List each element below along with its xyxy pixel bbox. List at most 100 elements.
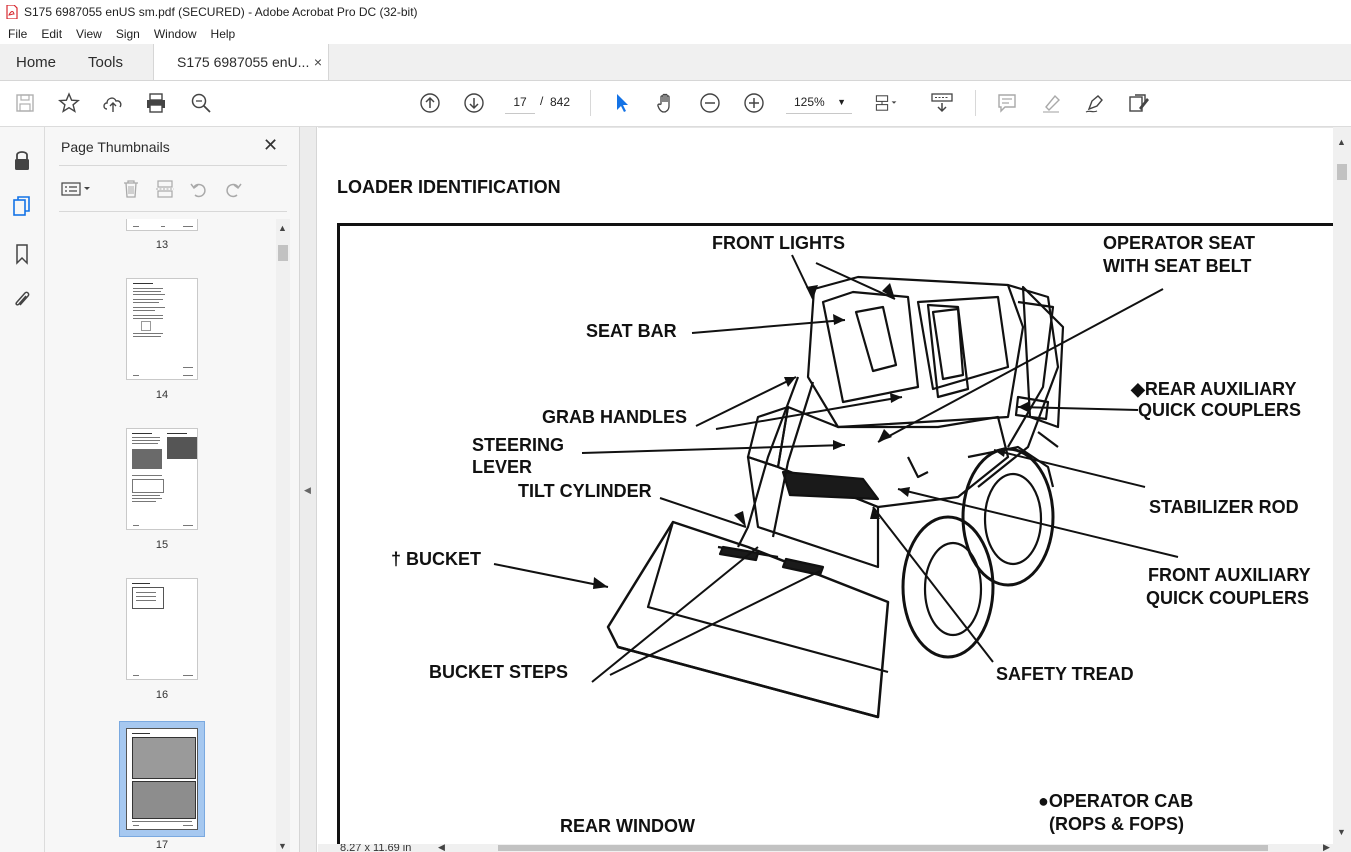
label-safety-tread: SAFETY TREAD [996, 664, 1134, 684]
sign-pen-icon[interactable] [1083, 91, 1107, 115]
rotate-right-icon[interactable] [221, 177, 245, 201]
thumbnail-page-17[interactable] [126, 728, 198, 830]
tabs-row: Home Tools S175 6987055 enU... × [0, 44, 1351, 81]
panel-title: Page Thumbnails [61, 139, 170, 155]
comment-icon[interactable] [995, 91, 1019, 115]
label-rear-window: REAR WINDOW [560, 816, 695, 836]
edit-pdf-icon[interactable] [1127, 91, 1151, 115]
scroll-mode-icon[interactable] [930, 91, 954, 115]
zoom-in-icon[interactable] [742, 91, 766, 115]
panel-divider [59, 211, 287, 212]
rotate-left-icon[interactable] [187, 177, 211, 201]
menu-sign[interactable]: Sign [108, 27, 146, 41]
window-title: S175 6987055 enUS sm.pdf (SECURED) - Ado… [24, 5, 418, 19]
panel-divider [59, 165, 287, 166]
lock-icon[interactable] [10, 148, 34, 172]
attachment-paperclip-icon[interactable] [10, 288, 34, 312]
document-vertical-scrollbar[interactable]: ▲ ▼ [1333, 127, 1351, 844]
toolbar-divider [590, 90, 591, 116]
document-horizontal-scrollbar[interactable]: ◀ ▶ [318, 843, 1351, 852]
print-icon[interactable] [144, 91, 168, 115]
thumbnail-page-15[interactable] [126, 428, 198, 530]
label-grab-handles: GRAB HANDLES [542, 407, 688, 427]
label-rear-quick-couplers: QUICK COUPLERS [1138, 400, 1302, 420]
label-front-lights: FRONT LIGHTS [712, 233, 845, 253]
extract-page-icon[interactable] [153, 177, 177, 201]
upload-cloud-icon[interactable] [101, 91, 125, 115]
tab-document-label: S175 6987055 enU... [177, 54, 310, 70]
next-page-icon[interactable] [462, 91, 486, 115]
label-front-auxiliary: FRONT AUXILIARY [1148, 565, 1311, 585]
total-pages: 842 [550, 95, 571, 109]
label-lever: LEVER [472, 457, 533, 477]
thumbnail-list: 13 14 15 16 17 [45, 219, 275, 852]
label-rear-auxiliary: ◆REAR AUXILIARY [1131, 379, 1297, 399]
panel-splitter[interactable]: ◀ [299, 127, 317, 852]
thumbnail-options-icon[interactable] [59, 177, 93, 201]
thumbnail-scroll-thumb[interactable] [278, 245, 288, 261]
scroll-left-icon[interactable]: ◀ [438, 843, 445, 852]
label-operator-seat: OPERATOR SEAT [1103, 233, 1256, 253]
tab-document[interactable]: S175 6987055 enU... × [153, 44, 329, 80]
collapse-panel-icon[interactable]: ◀ [304, 485, 311, 496]
menu-view[interactable]: View [68, 27, 108, 41]
thumbnail-toolbar [59, 177, 289, 201]
scroll-down-icon[interactable]: ▼ [278, 841, 287, 851]
menu-edit[interactable]: Edit [33, 27, 68, 41]
label-seat-bar: SEAT BAR [586, 321, 677, 341]
label-tilt-cylinder: TILT CYLINDER [518, 481, 652, 501]
menu-help[interactable]: Help [203, 27, 242, 41]
thumbnail-label-13: 13 [155, 239, 169, 251]
scroll-up-icon[interactable]: ▲ [1337, 137, 1346, 147]
horizontal-scroll-thumb[interactable] [498, 845, 1268, 851]
title-bar: S175 6987055 enUS sm.pdf (SECURED) - Ado… [0, 0, 1351, 24]
acrobat-pdf-icon [6, 5, 18, 19]
document-viewport[interactable]: LOADER IDENTIFICATION FRONT LIGHTS OPERA… [318, 127, 1333, 844]
thumbnail-scrollbar[interactable]: ▲ ▼ [276, 219, 290, 852]
scroll-down-icon[interactable]: ▼ [1337, 827, 1346, 837]
page-number-input[interactable]: 17 [505, 91, 535, 114]
thumbnail-label-17: 17 [155, 839, 169, 851]
hand-tool-icon[interactable] [654, 91, 678, 115]
document-scroll-thumb[interactable] [1337, 164, 1347, 180]
menu-window[interactable]: Window [146, 27, 203, 41]
toolbar-divider [975, 90, 976, 116]
chevron-down-icon: ▼ [837, 97, 846, 107]
zoom-level-select[interactable]: 125% ▼ [786, 91, 852, 114]
thumbnail-page-16[interactable] [126, 578, 198, 680]
zoom-level-value: 125% [794, 95, 825, 109]
page-thumbnails-icon[interactable] [10, 194, 34, 218]
delete-page-icon[interactable] [119, 177, 143, 201]
label-bucket: † BUCKET [391, 549, 482, 569]
star-icon[interactable] [57, 91, 81, 115]
scroll-right-icon[interactable]: ▶ [1323, 843, 1330, 852]
label-rops-fops: (ROPS & FOPS) [1049, 814, 1185, 834]
thumbnail-page-13[interactable] [126, 219, 198, 231]
previous-page-icon[interactable] [418, 91, 442, 115]
label-steering: STEERING [472, 435, 565, 455]
page-separator: / [540, 94, 544, 108]
scroll-up-icon[interactable]: ▲ [278, 223, 287, 233]
select-cursor-icon[interactable] [610, 91, 634, 115]
label-bucket-steps: BUCKET STEPS [429, 662, 569, 682]
tab-tools[interactable]: Tools [88, 44, 123, 80]
thumbnail-label-16: 16 [155, 689, 169, 701]
save-icon[interactable] [13, 91, 37, 115]
left-rail [0, 127, 45, 852]
bookmark-icon[interactable] [10, 242, 34, 266]
search-zoom-icon[interactable] [189, 91, 213, 115]
menu-bar: File Edit View Sign Window Help [0, 24, 1351, 44]
highlight-pen-icon[interactable] [1039, 91, 1063, 115]
tab-home[interactable]: Home [16, 44, 56, 80]
page-thumbnails-panel: Page Thumbnails ✕ 13 14 15 16 17 ▲ ▼ [45, 127, 299, 852]
label-front-quick-couplers: QUICK COUPLERS [1146, 588, 1310, 608]
page-size-indicator: 8.27 x 11.69 in [340, 844, 412, 852]
thumbnail-label-15: 15 [155, 539, 169, 551]
fit-page-icon[interactable] [874, 91, 898, 115]
menu-file[interactable]: File [0, 27, 33, 41]
label-seat-belt: WITH SEAT BELT [1103, 256, 1252, 276]
zoom-out-icon[interactable] [698, 91, 722, 115]
tab-close-icon[interactable]: × [314, 54, 322, 70]
thumbnail-page-14[interactable] [126, 278, 198, 380]
close-panel-icon[interactable]: ✕ [263, 135, 278, 156]
